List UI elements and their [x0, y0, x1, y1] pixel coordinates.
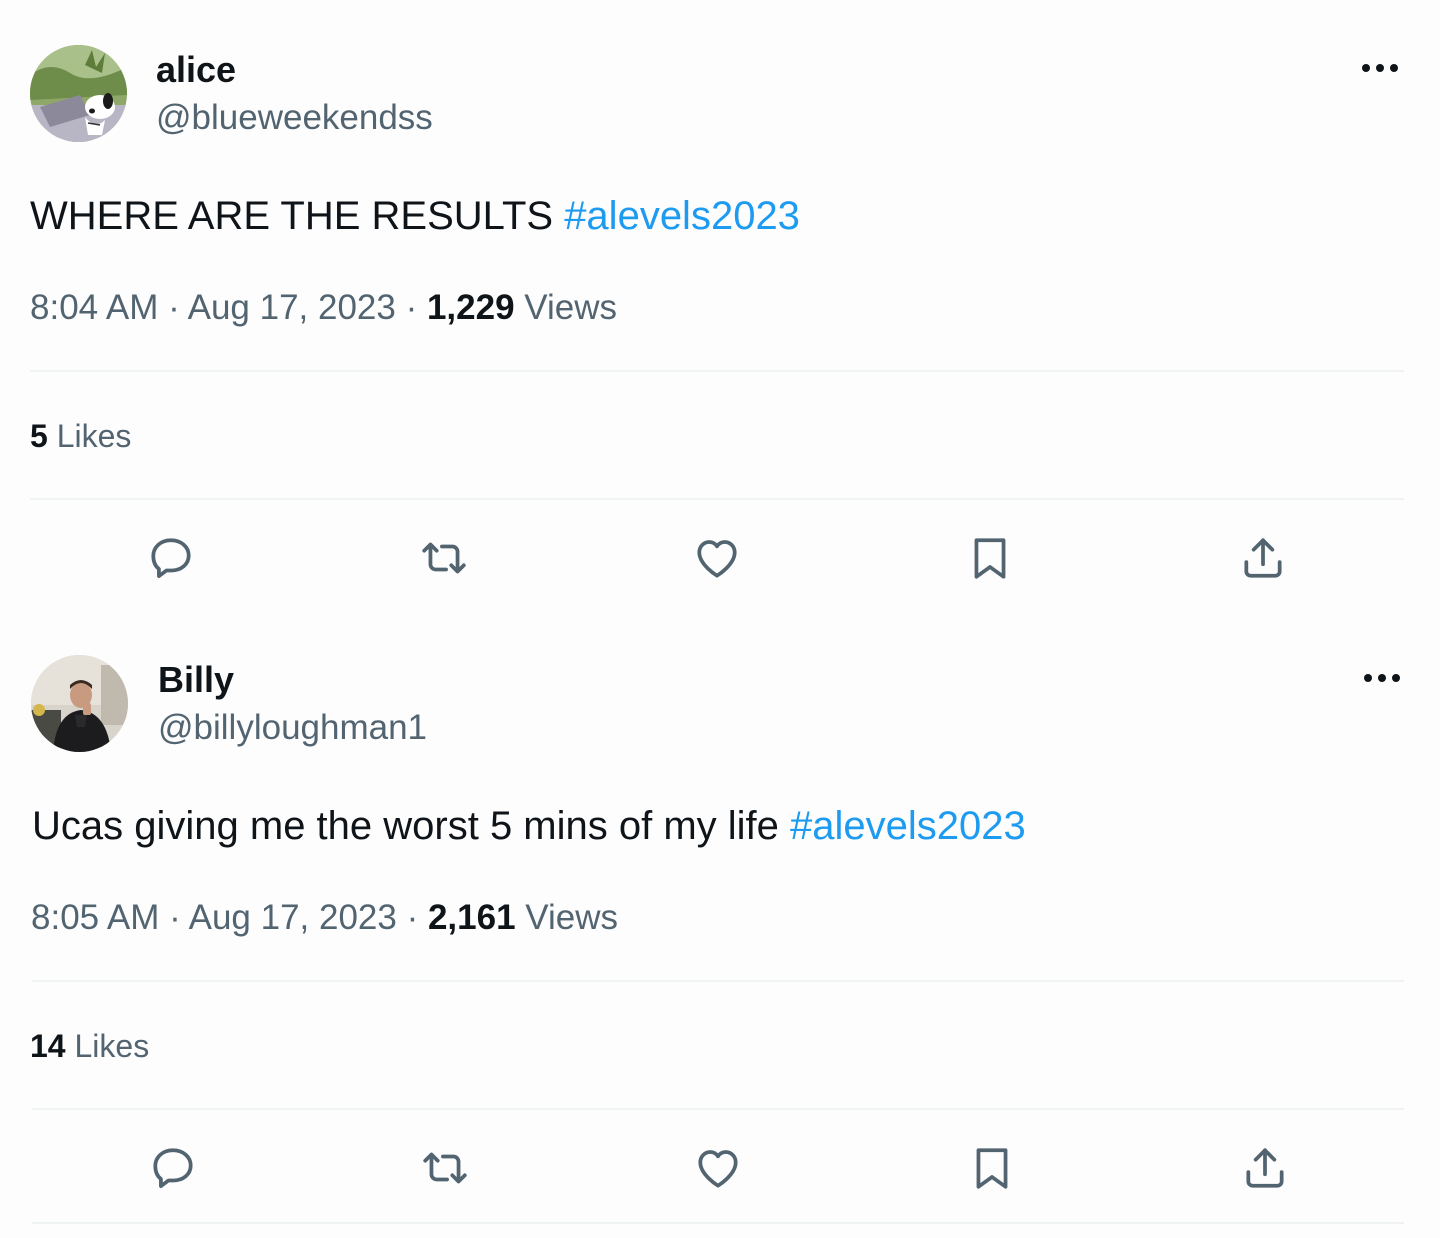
bookmark-icon — [974, 538, 1006, 579]
tweet-text: Ucas giving me the worst 5 mins of my li… — [32, 800, 1026, 852]
share-icon — [1244, 538, 1282, 578]
retweet-icon — [422, 542, 466, 574]
tweet-text-body: WHERE ARE THE RESULTS — [30, 194, 565, 238]
reply-button[interactable] — [141, 528, 201, 588]
likes-label: Likes — [47, 418, 132, 454]
views-count: 1,229 — [426, 288, 515, 327]
more-options-button[interactable] — [1358, 52, 1402, 84]
tweet-text: WHERE ARE THE RESULTS #alevels2023 — [30, 190, 800, 242]
heart-icon — [697, 540, 737, 578]
likes-count: 5 — [30, 418, 48, 454]
display-name[interactable]: Billy — [158, 658, 234, 702]
retweet-button[interactable] — [414, 528, 474, 588]
avatar-person-image — [31, 655, 128, 752]
more-horizontal-icon — [1364, 674, 1400, 682]
meta-separator: · — [159, 898, 189, 937]
tweet-time[interactable]: 8:04 AM — [30, 288, 158, 327]
display-name[interactable]: alice — [156, 48, 236, 92]
views-count: 2,161 — [427, 898, 516, 937]
share-button[interactable] — [1235, 1138, 1295, 1198]
tweet-time[interactable]: 8:05 AM — [31, 898, 159, 937]
divider — [32, 980, 1404, 982]
action-bar — [0, 1138, 1440, 1198]
avatar[interactable] — [31, 655, 128, 752]
user-handle[interactable]: @billyloughman1 — [158, 706, 427, 750]
hashtag-link[interactable]: #alevels2023 — [790, 804, 1026, 848]
tweet-date[interactable]: Aug 17, 2023 — [188, 288, 396, 327]
tweet-text-body: Ucas giving me the worst 5 mins of my li… — [32, 804, 791, 848]
divider — [32, 1222, 1404, 1224]
divider — [30, 370, 1404, 372]
tweet-meta: 8:05 AM · Aug 17, 2023 · 2,161 Views — [31, 895, 618, 941]
divider — [32, 1108, 1404, 1110]
hashtag-link[interactable]: #alevels2023 — [564, 194, 800, 238]
tweet-date[interactable]: Aug 17, 2023 — [189, 898, 397, 937]
like-button[interactable] — [688, 1138, 748, 1198]
tweet-meta: 8:04 AM · Aug 17, 2023 · 1,229 Views — [30, 285, 617, 331]
reply-icon — [151, 538, 191, 578]
retweet-icon — [423, 1152, 467, 1184]
meta-separator: · — [395, 288, 427, 327]
bookmark-button[interactable] — [960, 528, 1020, 588]
likes-count: 14 — [30, 1028, 66, 1064]
user-handle[interactable]: @blueweekendss — [156, 96, 433, 140]
avatar[interactable] — [30, 45, 127, 142]
avatar-snoopy-image — [30, 45, 127, 142]
meta-separator: · — [158, 288, 188, 327]
meta-separator: · — [396, 898, 428, 937]
reply-button[interactable] — [143, 1138, 203, 1198]
likes-link[interactable]: 5 Likes — [30, 414, 131, 458]
views-label: Views — [515, 898, 619, 937]
bookmark-icon — [976, 1148, 1008, 1189]
share-icon — [1246, 1148, 1284, 1188]
more-options-button[interactable] — [1360, 662, 1404, 694]
views-label: Views — [514, 288, 618, 327]
action-bar — [0, 528, 1440, 588]
more-horizontal-icon — [1362, 64, 1398, 72]
likes-label: Likes — [65, 1028, 150, 1064]
divider — [30, 498, 1404, 500]
retweet-button[interactable] — [415, 1138, 475, 1198]
like-button[interactable] — [687, 528, 747, 588]
reply-icon — [153, 1148, 193, 1188]
likes-link[interactable]: 14 Likes — [30, 1024, 149, 1068]
share-button[interactable] — [1233, 528, 1293, 588]
bookmark-button[interactable] — [962, 1138, 1022, 1198]
heart-icon — [698, 1150, 738, 1188]
